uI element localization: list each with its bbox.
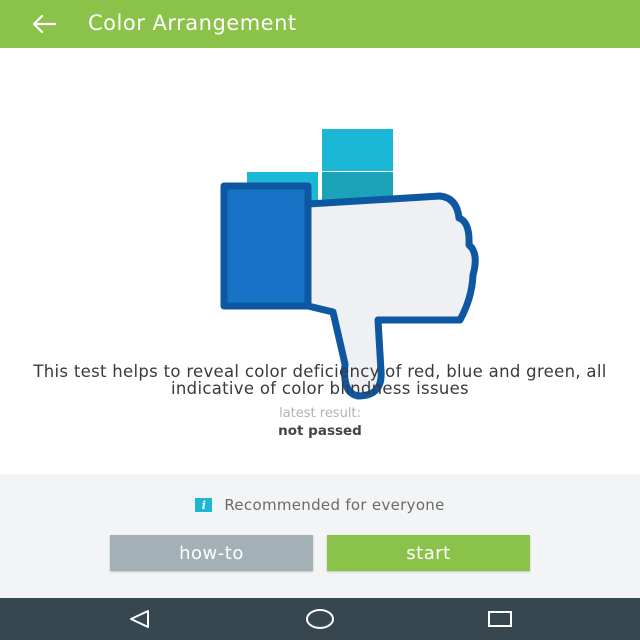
latest-result-label: latest result:	[279, 406, 361, 421]
recents-square-icon	[488, 611, 512, 627]
latest-result-value: not passed	[278, 423, 362, 439]
how-to-button[interactable]: how-to	[110, 535, 313, 571]
back-button[interactable]	[22, 8, 66, 40]
start-button[interactable]: start	[327, 535, 530, 571]
home-circle-icon	[306, 609, 334, 629]
nav-back-button[interactable]	[110, 604, 170, 634]
recommendation-row: i Recommended for everyone	[0, 496, 640, 514]
test-description: This test helps to reveal color deficien…	[33, 362, 607, 398]
nav-recents-button[interactable]	[470, 604, 530, 634]
arrow-left-icon	[32, 14, 57, 34]
recommendation-text: Recommended for everyone	[224, 496, 445, 514]
app-bar: Color Arrangement	[0, 0, 640, 48]
back-triangle-icon	[130, 610, 149, 628]
test-description-area: This test helps to reveal color deficien…	[0, 48, 640, 474]
color-bar-tall	[322, 129, 393, 171]
page-title: Color Arrangement	[88, 11, 297, 35]
system-navigation-bar	[0, 598, 640, 640]
action-panel: i Recommended for everyone how-to start	[0, 474, 640, 598]
nav-home-button[interactable]	[290, 604, 350, 634]
info-icon: i	[195, 498, 213, 512]
